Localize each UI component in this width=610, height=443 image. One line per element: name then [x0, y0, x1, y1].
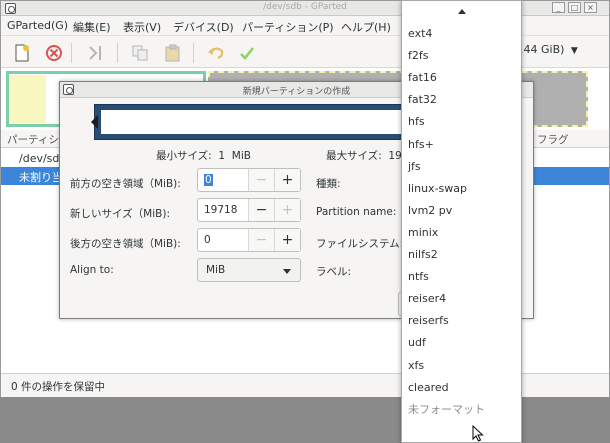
copy-icon[interactable] [131, 44, 149, 62]
paste-icon[interactable] [164, 44, 182, 62]
chevron-down-icon [283, 269, 291, 274]
menu-device[interactable]: デバイス(D) [173, 19, 234, 35]
partition-name-label: Partition name: [316, 206, 397, 218]
free-after-label: 後方の空き領域（MiB): [70, 238, 181, 250]
increment-button[interactable]: + [274, 169, 300, 191]
minimize-button[interactable]: _ [552, 2, 565, 13]
free-after-spinbox[interactable]: 0 − + [197, 228, 301, 252]
column-header-partition[interactable]: パーティシ [7, 132, 59, 147]
increment-button[interactable]: + [274, 229, 300, 251]
menu-gparted[interactable]: GParted(G) [7, 19, 68, 32]
filesystem-dropdown-list: ext4 f2fs fat16 fat32 hfs hfs+ jfs linux-swap lv… [401, 0, 522, 443]
menu-edit[interactable]: 編集(E) [73, 19, 111, 35]
chevron-down-icon: ▼ [570, 46, 578, 56]
dropdown-option[interactable]: ntfs [402, 266, 521, 288]
free-after-input[interactable]: 0 [204, 234, 211, 246]
dropdown-option[interactable]: f2fs [402, 45, 521, 67]
increment-button[interactable]: + [274, 199, 300, 221]
dropdown-option[interactable]: reiser4 [402, 288, 521, 310]
decrement-button[interactable]: − [248, 229, 274, 251]
align-to-value: MiB [206, 264, 226, 276]
dropdown-option[interactable]: lvm2 pv [402, 200, 521, 222]
free-before-label: 前方の空き領域（MiB): [70, 178, 181, 190]
maximize-button[interactable]: □ [568, 2, 581, 13]
dropdown-option[interactable]: nilfs2 [402, 244, 521, 266]
apply-icon[interactable] [238, 44, 256, 62]
chevron-up-icon [458, 9, 466, 14]
min-size-label: 最小サイズ: 1 MiB [156, 150, 251, 162]
menu-help[interactable]: ヘルプ(H) [341, 19, 391, 35]
filesystem-label: ファイルシステム: [316, 238, 404, 250]
new-size-input[interactable]: 19718 [204, 204, 237, 216]
resize-move-icon[interactable] [87, 44, 105, 62]
dropdown-option[interactable]: xfs [402, 355, 521, 377]
pending-operations-text: 0 件の操作を保留中 [11, 381, 106, 393]
dropdown-option[interactable]: linux-swap [402, 178, 521, 200]
decrement-button[interactable]: − [248, 169, 274, 191]
label-label: ラベル: [316, 266, 352, 278]
resize-handle-left[interactable] [91, 115, 98, 129]
type-label: 種類: [316, 178, 341, 190]
max-size-label: 最大サイズ: 197 [326, 150, 409, 162]
dropdown-option[interactable]: cleared [402, 377, 521, 399]
toolbar-separator [117, 43, 118, 63]
mouse-cursor-icon [472, 424, 484, 443]
delete-icon[interactable] [45, 44, 63, 62]
close-button[interactable]: × [584, 2, 597, 13]
dropdown-option[interactable]: fat32 [402, 89, 521, 111]
free-before-spinbox[interactable]: 0 − + [197, 168, 301, 192]
new-size-label: 新しいサイズ（MiB): [70, 208, 170, 220]
menu-view[interactable]: 表示(V) [123, 19, 161, 35]
column-header-flags[interactable]: フラグ [537, 132, 569, 147]
device-selector[interactable]: 9.44 GiB) ▼ [513, 43, 578, 56]
dropdown-option-unformatted[interactable]: 未フォーマット [402, 399, 521, 421]
dropdown-option[interactable]: udf [402, 332, 521, 354]
free-before-input[interactable]: 0 [204, 174, 213, 186]
partition-name: 未割り当 [19, 171, 63, 184]
dropdown-option[interactable]: jfs [402, 156, 521, 178]
dropdown-option[interactable]: ext4 [402, 23, 521, 45]
dropdown-option[interactable]: minix [402, 222, 521, 244]
scroll-up-button[interactable] [402, 1, 521, 21]
new-size-spinbox[interactable]: 19718 − + [197, 198, 301, 222]
dropdown-option[interactable]: hfs [402, 111, 521, 133]
dropdown-option[interactable]: reiserfs [402, 310, 521, 332]
toolbar-separator [71, 43, 72, 63]
menu-partition[interactable]: パーティション(P) [242, 19, 334, 35]
toolbar-separator [193, 43, 194, 63]
align-to-label: Align to: [70, 264, 114, 276]
dropdown-option[interactable]: fat16 [402, 67, 521, 89]
new-partition-icon[interactable] [13, 44, 31, 62]
align-to-combobox[interactable]: MiB [197, 258, 301, 282]
decrement-button[interactable]: − [248, 199, 274, 221]
dropdown-option[interactable]: hfs+ [402, 134, 521, 156]
undo-icon[interactable] [207, 44, 225, 62]
